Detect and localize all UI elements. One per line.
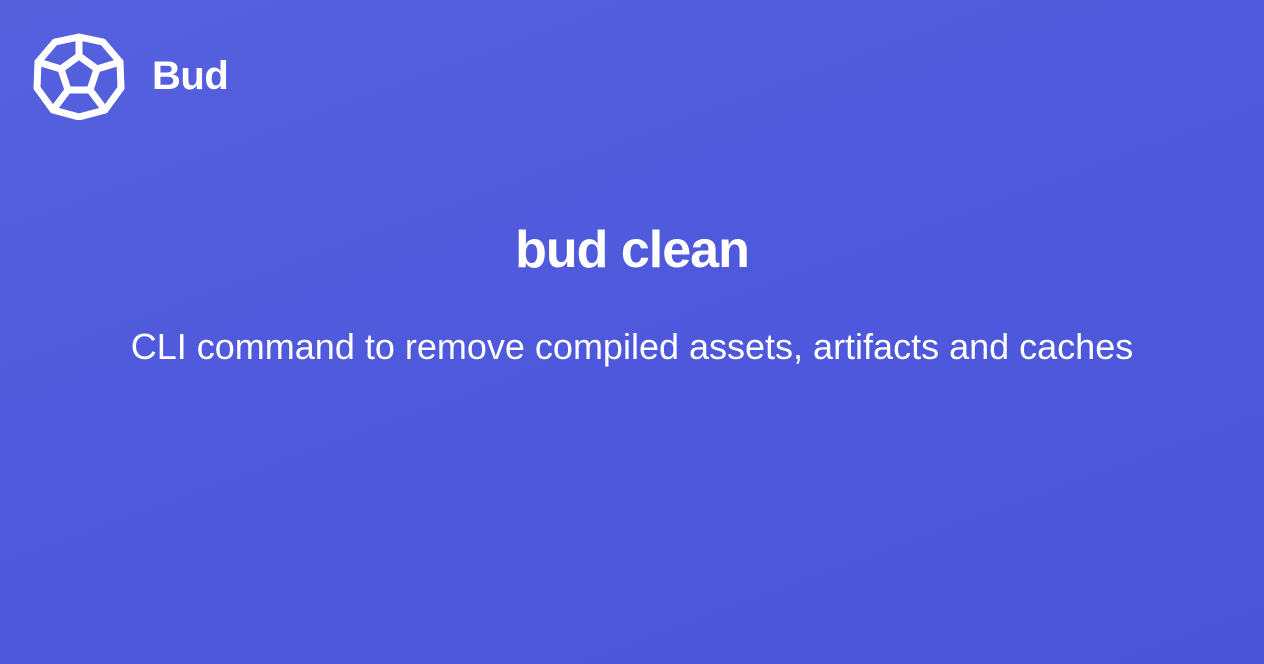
dodecahedron-icon [33,33,125,120]
brand-name: Bud [152,54,229,98]
page-subtitle: CLI command to remove compiled assets, a… [130,326,1134,367]
brand: Bud [33,32,229,120]
page-title: bud clean [515,221,750,279]
